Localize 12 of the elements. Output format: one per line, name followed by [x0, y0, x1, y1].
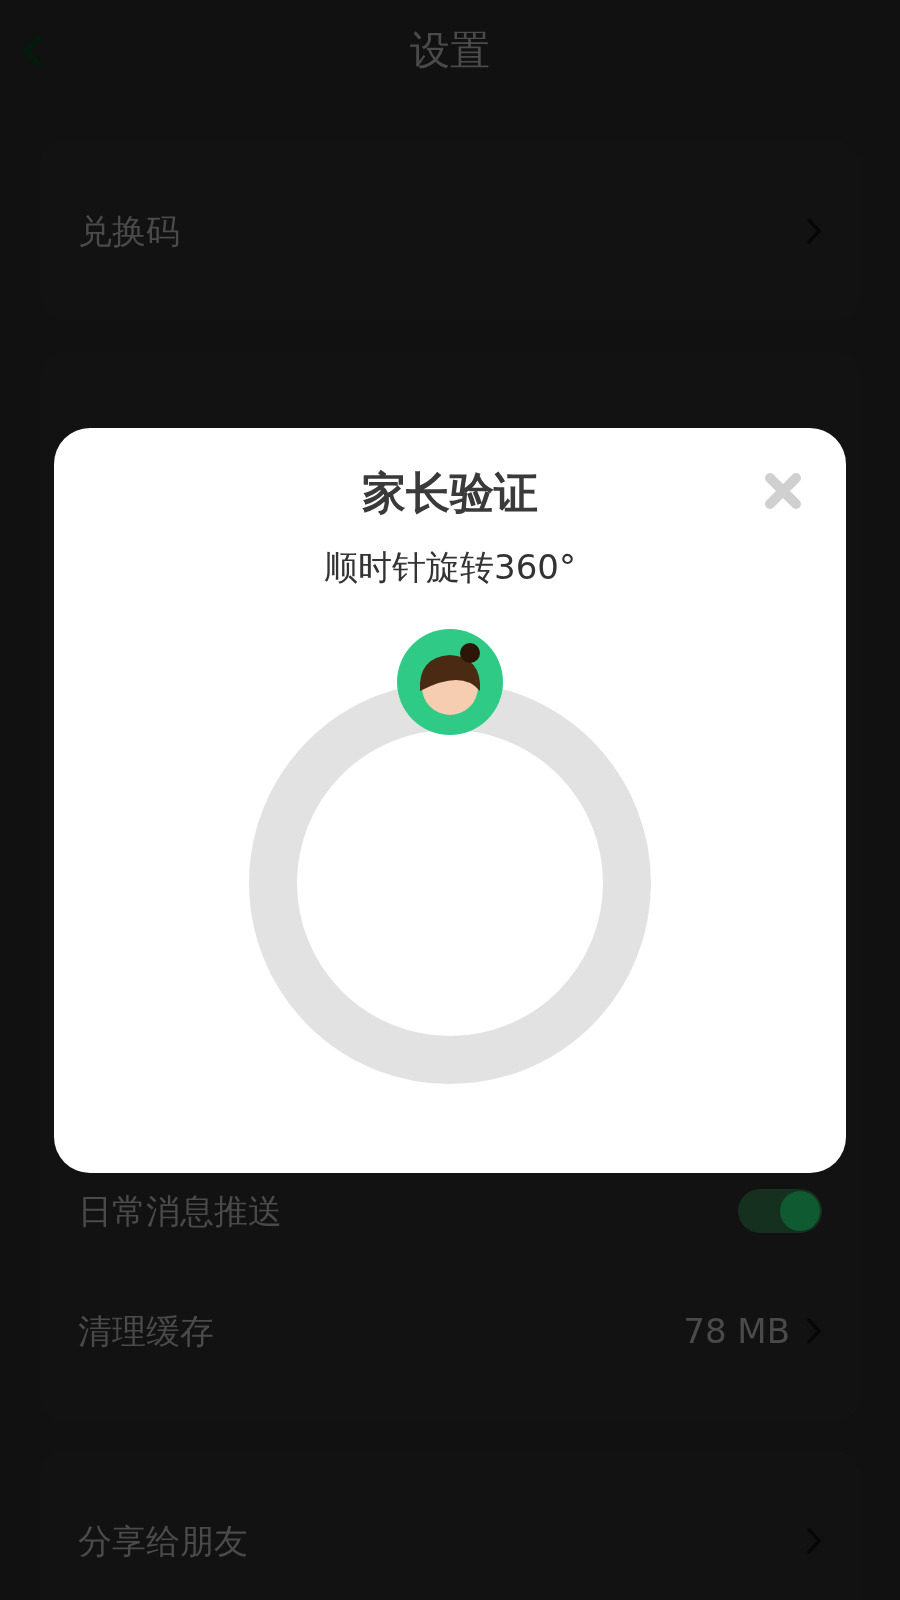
- toggle-switch[interactable]: [738, 1189, 822, 1233]
- setting-label: 兑换码: [78, 209, 180, 253]
- cache-size: 78 MB: [683, 1309, 790, 1353]
- setting-label: 清理缓存: [78, 1309, 214, 1353]
- close-button[interactable]: [762, 470, 804, 512]
- dialog-title: 家长验证: [362, 466, 538, 520]
- page-title: 设置: [410, 26, 490, 75]
- setting-label: 日常消息推送: [78, 1189, 282, 1233]
- setting-label: 分享给朋友: [78, 1519, 248, 1563]
- avatar-handle[interactable]: [397, 629, 503, 735]
- instruction-text: 顺时针旋转360°: [324, 546, 576, 589]
- close-icon: [763, 471, 803, 511]
